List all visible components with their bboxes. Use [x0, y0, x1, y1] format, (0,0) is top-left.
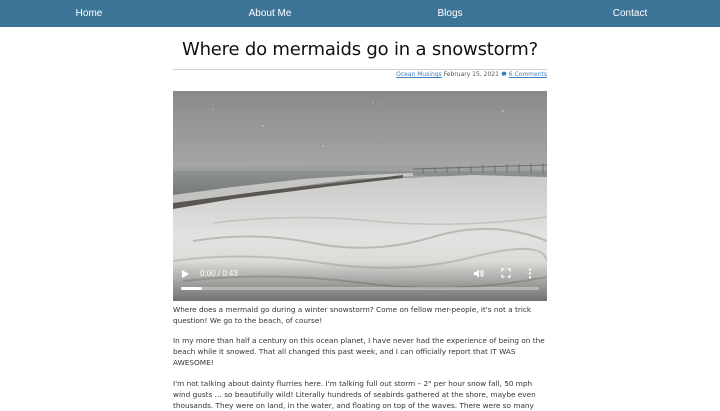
category-link[interactable]: Ocean Musings: [396, 71, 442, 78]
comments-link[interactable]: 6 Comments: [509, 71, 547, 78]
comment-icon: [501, 71, 509, 78]
post-date: February 15, 2021: [443, 71, 499, 78]
play-icon[interactable]: [182, 270, 189, 278]
post-title: Where do mermaids go in a snowstorm?: [181, 39, 538, 60]
volume-icon[interactable]: [473, 268, 484, 279]
fullscreen-icon[interactable]: [501, 268, 511, 278]
video-controls-overlay: [173, 261, 547, 301]
post-meta: Ocean Musings February 15, 2021 6 Commen…: [396, 71, 547, 79]
video-progress-track[interactable]: [181, 287, 539, 290]
post-paragraph: I'm not talking about dainty flurries he…: [173, 379, 536, 410]
post-paragraph: Where does a mermaid go during a winter …: [173, 305, 532, 325]
nav-contact-link[interactable]: Contact: [613, 0, 647, 27]
nav-about-me-link[interactable]: About Me: [249, 0, 292, 27]
title-divider: [173, 69, 547, 70]
more-icon[interactable]: [528, 268, 532, 279]
nav-home-link[interactable]: Home: [76, 0, 103, 27]
video-player[interactable]: 0:00 / 0:43: [173, 91, 547, 301]
post-paragraph: In my more than half a century on this o…: [173, 336, 545, 367]
video-progress-fill: [181, 287, 203, 290]
nav-blogs-link[interactable]: Blogs: [437, 0, 462, 27]
top-navigation: Home About Me Blogs Contact: [0, 0, 720, 27]
video-time: 0:00 / 0:43: [200, 269, 238, 278]
